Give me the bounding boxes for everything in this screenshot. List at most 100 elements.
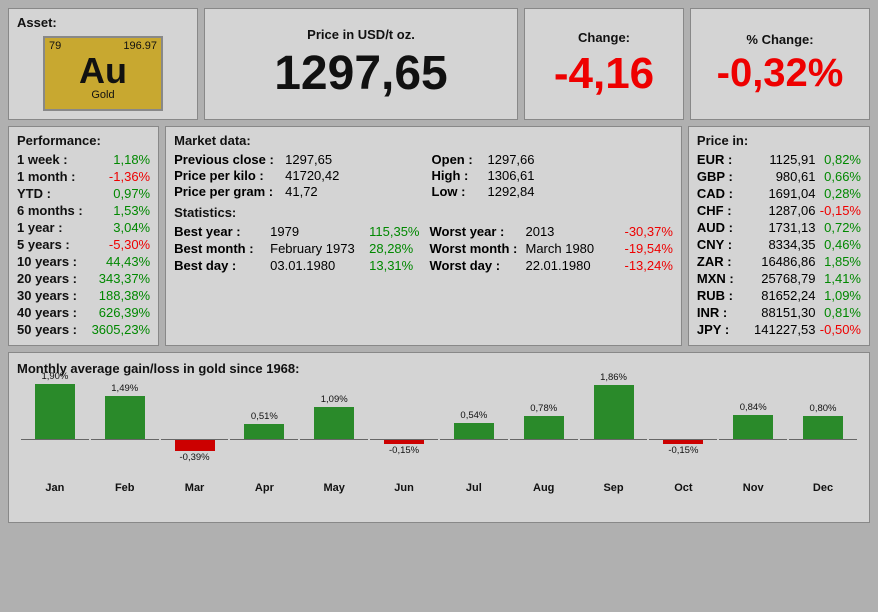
price-title: Price in USD/t oz.: [307, 27, 415, 42]
market-section: Market data: Previous close :1297,65Open…: [174, 133, 673, 199]
perf-value: 343,37%: [99, 271, 150, 286]
bar-pct-label: 1,09%: [300, 394, 368, 405]
month-label: Jul: [466, 482, 482, 494]
perf-value: 1,18%: [113, 152, 150, 167]
performance-row: 1 month :-1,36%: [17, 169, 150, 184]
perf-value: 0,97%: [113, 186, 150, 201]
market-key: High :: [432, 168, 482, 183]
stats-date: 1979: [270, 224, 365, 239]
currency-value: 980,61: [745, 169, 815, 184]
chart-month-col: 1,86% Sep: [580, 384, 648, 494]
performance-row: 6 months :1,53%: [17, 203, 150, 218]
perf-label: 1 month :: [17, 169, 76, 184]
price-in-row: MXN :25768,791,41%: [697, 271, 861, 286]
month-label: Aug: [533, 482, 554, 494]
currency-pct: 1,09%: [819, 288, 861, 303]
perf-label: 1 year :: [17, 220, 63, 235]
price-panel: Price in USD/t oz. 1297,65: [204, 8, 518, 120]
perf-label: 50 years :: [17, 322, 77, 337]
chart-month-col: -0,15% Oct: [649, 384, 717, 494]
perf-value: 44,43%: [106, 254, 150, 269]
currency-pct: 0,72%: [819, 220, 861, 235]
bar-pct-label: 1,49%: [91, 383, 159, 394]
change-title: Change:: [578, 30, 630, 45]
performance-row: YTD :0,97%: [17, 186, 150, 201]
currency-pct: -0,50%: [819, 322, 861, 337]
price-in-row: JPY :141227,53-0,50%: [697, 322, 861, 337]
bar-positive: [454, 423, 494, 439]
currency-label: AUD :: [697, 220, 742, 235]
bar-pct-label: 1,86%: [580, 372, 648, 383]
bar-pct-label: 0,80%: [789, 403, 857, 414]
asset-title: Asset:: [17, 15, 189, 30]
market-val: 1306,61: [488, 168, 535, 183]
bar-pct-label: 1,90%: [21, 371, 89, 382]
performance-row: 50 years :3605,23%: [17, 322, 150, 337]
pct-change-value: -0,32%: [717, 51, 844, 96]
pct-change-panel: % Change: -0,32%: [690, 8, 870, 120]
performance-row: 1 year : 3,04%: [17, 220, 150, 235]
market-title: Market data:: [174, 133, 673, 148]
perf-label: 6 months :: [17, 203, 83, 218]
month-label: Dec: [813, 482, 833, 494]
baseline: [580, 439, 648, 440]
bar-positive: [244, 424, 284, 439]
stats-row: Best month :February 197328,28%: [174, 241, 419, 256]
bar-positive: [35, 384, 75, 439]
chart-month-col: -0,39% Mar: [161, 384, 229, 494]
chart-area: 1,90% Jan 1,49% Feb -0,39% Mar 0,51% Apr…: [17, 384, 861, 514]
bar-negative: [175, 440, 215, 451]
performance-row: 1 week :1,18%: [17, 152, 150, 167]
baseline: [230, 439, 298, 440]
bar-positive: [314, 407, 354, 439]
perf-value: 626,39%: [99, 305, 150, 320]
stats-row: Worst month :March 1980-19,54%: [429, 241, 672, 256]
month-label: Nov: [743, 482, 764, 494]
market-row: Low :1292,84: [432, 184, 673, 199]
baseline: [649, 439, 717, 440]
stats-date: February 1973: [270, 241, 365, 256]
stats-pct: -30,37%: [624, 224, 672, 239]
baseline: [300, 439, 368, 440]
currency-value: 81652,24: [745, 288, 815, 303]
bar-pct-label: 0,78%: [510, 403, 578, 414]
baseline: [21, 439, 89, 440]
performance-rows: 1 week :1,18% 1 month :-1,36% YTD :0,97% 6 …: [17, 152, 150, 337]
chart-month-col: -0,15% Jun: [370, 384, 438, 494]
market-key: Previous close :: [174, 152, 279, 167]
stats-pct: 28,28%: [369, 241, 413, 256]
month-label: Mar: [185, 482, 205, 494]
market-key: Open :: [432, 152, 482, 167]
price-in-row: CNY :8334,350,46%: [697, 237, 861, 252]
stats-key: Best day :: [174, 258, 266, 273]
baseline: [510, 439, 578, 440]
perf-value: 3,04%: [113, 220, 150, 235]
bar-pct-label: 0,51%: [230, 411, 298, 422]
market-val: 1297,66: [488, 152, 535, 167]
baseline: [370, 439, 438, 440]
performance-panel: Performance: 1 week :1,18% 1 month :-1,36…: [8, 126, 159, 346]
bar-pct-label: -0,39%: [161, 452, 229, 463]
perf-value: 188,38%: [99, 288, 150, 303]
market-row: High : 1306,61: [432, 168, 673, 183]
price-in-row: INR :88151,300,81%: [697, 305, 861, 320]
baseline: [789, 439, 857, 440]
stats-date: 2013: [525, 224, 620, 239]
perf-label: 40 years :: [17, 305, 77, 320]
month-label: Jan: [45, 482, 64, 494]
element-box: 79 196.97 Au Gold: [43, 36, 163, 111]
currency-value: 25768,79: [745, 271, 815, 286]
perf-label: 5 years :: [17, 237, 70, 252]
chart-month-col: 0,78% Aug: [510, 384, 578, 494]
currency-pct: 0,81%: [819, 305, 861, 320]
element-number-mass: 79 196.97: [45, 40, 161, 52]
month-label: May: [324, 482, 345, 494]
perf-label: 10 years :: [17, 254, 77, 269]
market-key: Low :: [432, 184, 482, 199]
asset-panel: Asset: 79 196.97 Au Gold: [8, 8, 198, 120]
stats-pct: 13,31%: [369, 258, 413, 273]
price-in-row: EUR :1125,910,82%: [697, 152, 861, 167]
chart-title: Monthly average gain/loss in gold since …: [17, 361, 861, 376]
performance-title: Performance:: [17, 133, 150, 148]
baseline: [91, 439, 159, 440]
